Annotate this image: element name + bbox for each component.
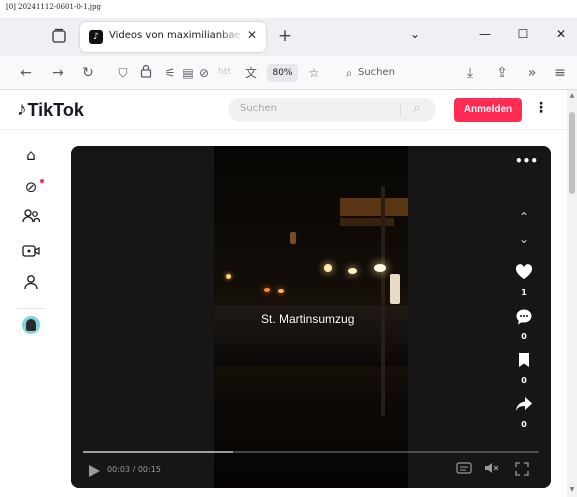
menu-icon[interactable]: ≡ — [550, 63, 570, 83]
more-options-icon[interactable]: ⋮ — [534, 100, 548, 120]
video-controls: 00:03 / 00:15 — [71, 446, 551, 488]
list-all-tabs-button[interactable] — [50, 27, 68, 45]
notification-dot — [40, 179, 44, 183]
like-count: 1 — [521, 288, 527, 297]
tiktok-logo[interactable]: ♪ TikTok — [17, 99, 84, 121]
video-progress-bar[interactable] — [83, 451, 539, 453]
video-caption: St. Martinsumzug — [261, 312, 355, 326]
url-bar[interactable]: ⛉ ⚟ ▤ ⊘ htt 文 80% ☆ — [106, 60, 334, 86]
back-arrow-icon[interactable]: ← — [16, 63, 36, 83]
share-page-icon[interactable]: ⇪ — [492, 63, 512, 83]
heart-icon — [515, 264, 533, 279]
maximize-button[interactable]: ☐ — [512, 27, 534, 47]
forward-arrow-icon[interactable]: → — [48, 63, 68, 83]
save-count: 0 — [521, 376, 527, 385]
captions-icon[interactable] — [455, 462, 473, 478]
avatar[interactable] — [22, 316, 40, 334]
comment-count: 0 — [521, 332, 527, 341]
translate-icon[interactable]: 文 — [242, 64, 260, 82]
scroll-up-icon[interactable]: ▲ — [568, 92, 576, 99]
permissions-icon[interactable]: ⚟ — [161, 64, 179, 82]
share-button[interactable] — [512, 396, 536, 416]
image-filename: [0] 20241112-0601-0-1.jpg — [6, 3, 101, 11]
share-count: 0 — [521, 420, 527, 429]
next-video-chevron-icon[interactable]: ⌄ — [514, 232, 534, 248]
comment-icon — [516, 309, 532, 325]
close-tab-icon[interactable]: ✕ — [245, 28, 259, 44]
browser-tab-bar: ♪ Videos von maximilianbaehring ✕ + ⌄ — … — [0, 18, 577, 56]
chevron-down-icon[interactable]: ⌄ — [404, 27, 426, 47]
page-scrollbar[interactable]: ▲ ▼ — [567, 90, 577, 497]
download-icon[interactable]: ⤓ — [460, 63, 480, 83]
mute-icon[interactable] — [483, 462, 501, 478]
following-icon[interactable] — [20, 208, 42, 230]
explore-icon[interactable]: ⊘ — [20, 176, 42, 198]
tiktok-note-icon: ♪ — [17, 99, 27, 120]
bookmark-icon — [519, 353, 529, 367]
bookmark-star-icon[interactable]: ☆ — [305, 64, 323, 82]
tracking-blocked-icon[interactable]: ⊘ — [195, 64, 213, 82]
minimize-button[interactable]: — — [474, 27, 496, 47]
login-button[interactable]: Anmelden — [454, 98, 522, 122]
search-icon: ⌕ — [345, 66, 353, 80]
scroll-down-icon[interactable]: ▼ — [568, 486, 576, 493]
share-icon — [516, 397, 532, 411]
close-window-button[interactable]: ✕ — [550, 27, 572, 47]
comment-button[interactable] — [512, 308, 536, 328]
live-icon[interactable] — [20, 242, 42, 264]
reload-icon[interactable]: ↻ — [78, 63, 98, 83]
tiktok-page: ♪ TikTok Suchen ⌕ Anmelden ⋮ ⌂ ⊘ St. Mar… — [0, 90, 567, 497]
zoom-level-button[interactable]: 80% — [267, 64, 298, 82]
browser-tab-active[interactable]: ♪ Videos von maximilianbaehring ✕ — [80, 22, 266, 52]
video-progress-fill — [83, 451, 234, 453]
tiktok-favicon-icon: ♪ — [89, 30, 103, 44]
scrollbar-thumb[interactable] — [569, 112, 575, 194]
play-icon[interactable] — [87, 463, 101, 477]
overflow-chevron-icon[interactable]: » — [522, 63, 542, 83]
shield-icon[interactable]: ⛉ — [114, 64, 132, 82]
lock-icon[interactable] — [137, 64, 155, 82]
fullscreen-icon[interactable] — [513, 462, 531, 478]
browser-nav-bar: ← → ↻ ⛉ ⚟ ▤ ⊘ htt 文 80% ☆ ⌕ Suchen ⤓ ⇪ »… — [0, 56, 577, 90]
home-icon[interactable]: ⌂ — [20, 144, 42, 166]
video-player[interactable]: St. Martinsumzug ••• ⌃ ⌄ 1 0 0 0 00:03 / — [71, 146, 551, 488]
browser-search-box[interactable]: ⌕ Suchen — [336, 60, 446, 86]
new-tab-button[interactable]: + — [276, 26, 294, 46]
save-button[interactable] — [512, 352, 536, 372]
video-time: 00:03 / 00:15 — [107, 465, 161, 474]
video-more-icon[interactable]: ••• — [515, 154, 538, 168]
like-button[interactable] — [512, 264, 536, 284]
profile-icon[interactable] — [20, 274, 42, 296]
tiktok-header: ♪ TikTok Suchen ⌕ Anmelden ⋮ — [0, 90, 567, 130]
search-icon[interactable]: ⌕ — [408, 101, 426, 119]
url-text: htt — [218, 67, 231, 77]
tiktok-search-input[interactable]: Suchen ⌕ — [228, 98, 436, 122]
previous-video-chevron-icon[interactable]: ⌃ — [514, 210, 534, 226]
